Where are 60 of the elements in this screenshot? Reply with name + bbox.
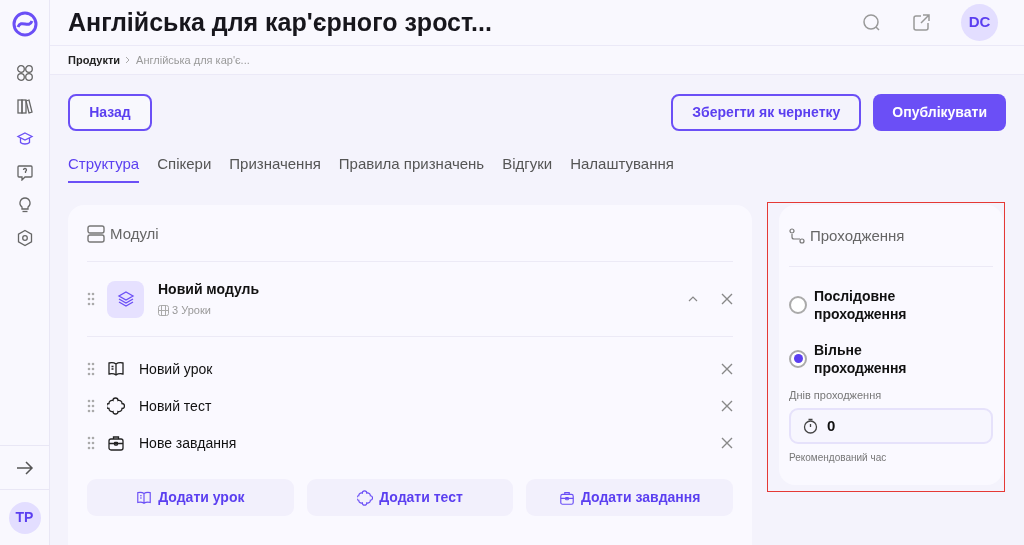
- user-avatar[interactable]: DC: [961, 4, 998, 42]
- module-title: Новий модуль: [158, 280, 260, 300]
- add-button[interactable]: Додати тест: [306, 479, 514, 516]
- tab[interactable]: Призначення: [229, 152, 321, 183]
- add-button[interactable]: Додати завдання: [526, 479, 733, 516]
- search-icon[interactable]: [862, 12, 882, 33]
- breadcrumb-current: Англійська для кар'є...: [136, 52, 250, 68]
- tab[interactable]: Спікери: [157, 152, 212, 183]
- drag-handle-icon[interactable]: [87, 292, 95, 306]
- option-label: Вільне проходження: [814, 340, 908, 377]
- tab[interactable]: Налаштування: [570, 152, 674, 183]
- hexagon-icon[interactable]: [15, 229, 34, 247]
- drag-handle-icon[interactable]: [87, 436, 95, 450]
- radio-button[interactable]: [789, 295, 807, 314]
- grid-icon[interactable]: [15, 64, 34, 82]
- item-title: Нове завдання: [139, 433, 237, 453]
- back-button[interactable]: Назад: [68, 93, 152, 131]
- item-title: Новий урок: [139, 359, 213, 379]
- arrow-right-icon[interactable]: [15, 460, 34, 475]
- hint-text: Рекомендований час: [789, 451, 888, 465]
- card-title: Модулі: [110, 223, 159, 244]
- chat-question-icon[interactable]: [15, 163, 34, 181]
- books-icon[interactable]: [15, 97, 34, 115]
- publish-button[interactable]: Опублікувати: [873, 93, 1006, 131]
- close-icon[interactable]: [721, 400, 733, 412]
- close-icon[interactable]: [721, 363, 733, 375]
- option-label: Послідовне проходження: [814, 286, 908, 323]
- puzzle-icon: [107, 397, 125, 415]
- logo-icon[interactable]: [11, 11, 38, 37]
- route-icon: [789, 228, 805, 245]
- caret-icon[interactable]: [688, 296, 698, 302]
- layers-icon: [107, 280, 144, 318]
- timer-icon: [803, 418, 818, 434]
- puzzle-icon: [357, 489, 374, 506]
- user-avatar[interactable]: TP: [8, 501, 41, 534]
- briefcase-icon: [107, 434, 125, 452]
- tab[interactable]: Структура: [68, 152, 140, 183]
- close-icon[interactable]: [721, 293, 733, 305]
- close-icon[interactable]: [721, 437, 733, 449]
- lesson-count: 3 Уроки: [172, 303, 211, 319]
- days-input[interactable]: 0: [789, 408, 993, 444]
- tab[interactable]: Відгуки: [502, 152, 553, 183]
- book-icon: [136, 489, 153, 506]
- drag-handle-icon[interactable]: [87, 399, 95, 413]
- add-button[interactable]: Додати урок: [87, 479, 294, 516]
- tab[interactable]: Правила призначень: [338, 152, 485, 183]
- external-link-icon[interactable]: [912, 13, 931, 33]
- field-label: Днів проходження: [789, 387, 883, 403]
- item-title: Новий тест: [139, 396, 212, 416]
- rows-icon: [87, 225, 105, 243]
- breadcrumb-link[interactable]: Продукти: [68, 51, 121, 69]
- page-title: Англійська для кар'єрного зрост...: [68, 6, 492, 38]
- save-draft-button[interactable]: Зберегти як чернетку: [671, 93, 862, 131]
- drag-handle-icon[interactable]: [87, 362, 95, 376]
- graduation-cap-icon[interactable]: [15, 130, 34, 148]
- briefcase-icon: [558, 489, 575, 506]
- book-icon: [107, 360, 125, 378]
- card-title: Проходження: [810, 226, 905, 246]
- radio-button[interactable]: [789, 349, 807, 368]
- film-icon: [158, 305, 169, 316]
